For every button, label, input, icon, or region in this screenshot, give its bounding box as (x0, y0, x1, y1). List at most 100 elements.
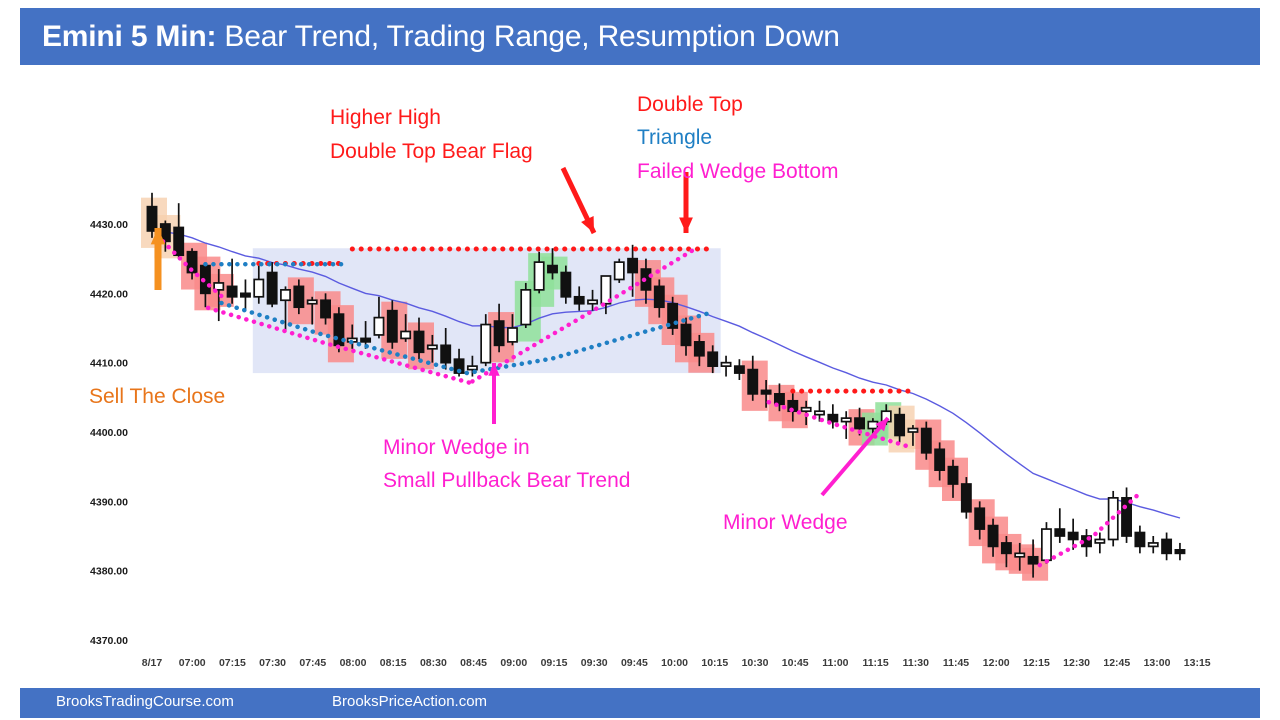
candle-body (1094, 538, 1106, 544)
candle-body (266, 271, 278, 305)
annotation-failed-wedge-bottom: Failed Wedge Bottom (637, 160, 839, 183)
annotation-double-top: Double Top (637, 93, 743, 116)
annotation-small-pullback-bear-trend: Small Pullback Bear Trend (383, 469, 631, 492)
candle-body (733, 365, 745, 374)
candle-body (1014, 552, 1026, 558)
y-axis-label: 4430.00 (90, 219, 128, 231)
candle-body (854, 417, 866, 430)
x-axis-label: 11:00 (822, 657, 848, 669)
candle-body (547, 264, 558, 274)
x-axis-label: 09:00 (500, 657, 527, 669)
candle-body (507, 327, 518, 343)
x-axis-label: 10:00 (661, 657, 688, 669)
candle (1147, 536, 1159, 554)
candle-body (360, 337, 372, 343)
x-axis-label: 10:15 (701, 657, 728, 669)
x-axis-label: 08:15 (380, 657, 407, 669)
candle (520, 282, 532, 328)
candle-body (920, 427, 932, 454)
candle-body (587, 299, 599, 305)
candle-body (293, 285, 305, 309)
candle-body (693, 341, 705, 357)
candle-body (146, 205, 158, 232)
candle-body (480, 323, 492, 364)
x-axis-label: 12:00 (983, 657, 1010, 669)
chart-area: 4430.00 4420.00 4410.00 4400.00 4390.00 4380.… (0, 65, 1280, 685)
candle-body (934, 448, 946, 471)
candle-body (240, 292, 251, 298)
y-axis-label: 4370.00 (90, 635, 128, 647)
annotation-minor-wedge: Minor Wedge (723, 511, 848, 534)
candle (240, 279, 251, 311)
candle-body (520, 289, 532, 326)
candle-body (800, 406, 812, 413)
footer-link-trading-course[interactable]: BrooksTradingCourse.com (56, 693, 234, 710)
x-axis-label: 09:45 (621, 657, 648, 669)
candle-body (413, 330, 425, 354)
x-axis-label: 8/17 (142, 657, 163, 669)
candle-body (573, 295, 585, 305)
candle (173, 203, 185, 259)
candle-body (840, 417, 852, 423)
candle-body (613, 261, 625, 281)
candle-body (947, 465, 959, 485)
candle-body (627, 257, 639, 274)
candle-body (373, 316, 385, 336)
candle-body (1067, 531, 1079, 541)
footer-bar: BrooksTradingCourse.com BrooksPriceActio… (20, 688, 1260, 718)
footer-link-price-action[interactable]: BrooksPriceAction.com (332, 693, 487, 710)
x-axis-label: 12:45 (1103, 657, 1130, 669)
candle-body (1054, 528, 1066, 537)
candle-body (907, 427, 919, 433)
x-axis-label: 11:15 (862, 657, 888, 669)
candle-body (960, 483, 972, 513)
x-axis-label: 12:15 (1023, 657, 1050, 669)
candle (1054, 508, 1066, 543)
y-axis-label: 4380.00 (90, 566, 128, 578)
candle-body (440, 344, 452, 364)
annotation-minor-wedge-in: Minor Wedge in (383, 436, 530, 459)
page-title: Emini 5 Min: Bear Trend, Trading Range, … (42, 20, 840, 54)
candle (1134, 525, 1146, 554)
candle-body (1040, 528, 1052, 562)
candle (613, 258, 625, 283)
x-axis-label: 13:00 (1144, 657, 1171, 669)
candle-body (493, 320, 505, 347)
x-axis-label: 08:00 (340, 657, 367, 669)
y-axis-label: 4390.00 (90, 496, 128, 508)
x-axis-label: 07:30 (259, 657, 286, 669)
candle-body (760, 389, 772, 395)
x-axis-label: 07:00 (179, 657, 206, 669)
candle-body (653, 285, 665, 309)
candle (1040, 522, 1052, 564)
candle-body (280, 289, 291, 302)
candle (1174, 542, 1186, 561)
title-bar: Emini 5 Min: Bear Trend, Trading Range, … (20, 8, 1260, 65)
y-axis-label: 4410.00 (90, 358, 128, 370)
candle (1161, 532, 1173, 561)
annotation-sell-the-close: Sell The Close (89, 385, 226, 408)
candle-body (386, 309, 398, 343)
x-axis-label: 07:15 (219, 657, 246, 669)
candle-body (1000, 542, 1012, 555)
x-axis-label: 11:30 (903, 657, 929, 669)
x-axis-label: 07:45 (299, 657, 326, 669)
candle-body (1161, 538, 1173, 555)
candle-body (1027, 555, 1039, 565)
x-axis-label: 12:30 (1063, 657, 1090, 669)
candle-body (1147, 542, 1159, 548)
candle-body (867, 420, 879, 430)
x-axis-label: 08:45 (460, 657, 487, 669)
candle-body (400, 330, 412, 340)
candle-body (466, 365, 478, 371)
annotation-arrow-head (679, 217, 693, 233)
candle-body (1174, 549, 1186, 555)
candle-body (720, 361, 732, 367)
candle-body (707, 351, 719, 367)
candle-body (560, 271, 572, 298)
x-axis-label: 11:45 (943, 657, 969, 669)
candle-body (426, 344, 438, 350)
x-axis-label: 10:30 (742, 657, 769, 669)
candle-body (680, 323, 692, 347)
candle (1121, 487, 1132, 543)
